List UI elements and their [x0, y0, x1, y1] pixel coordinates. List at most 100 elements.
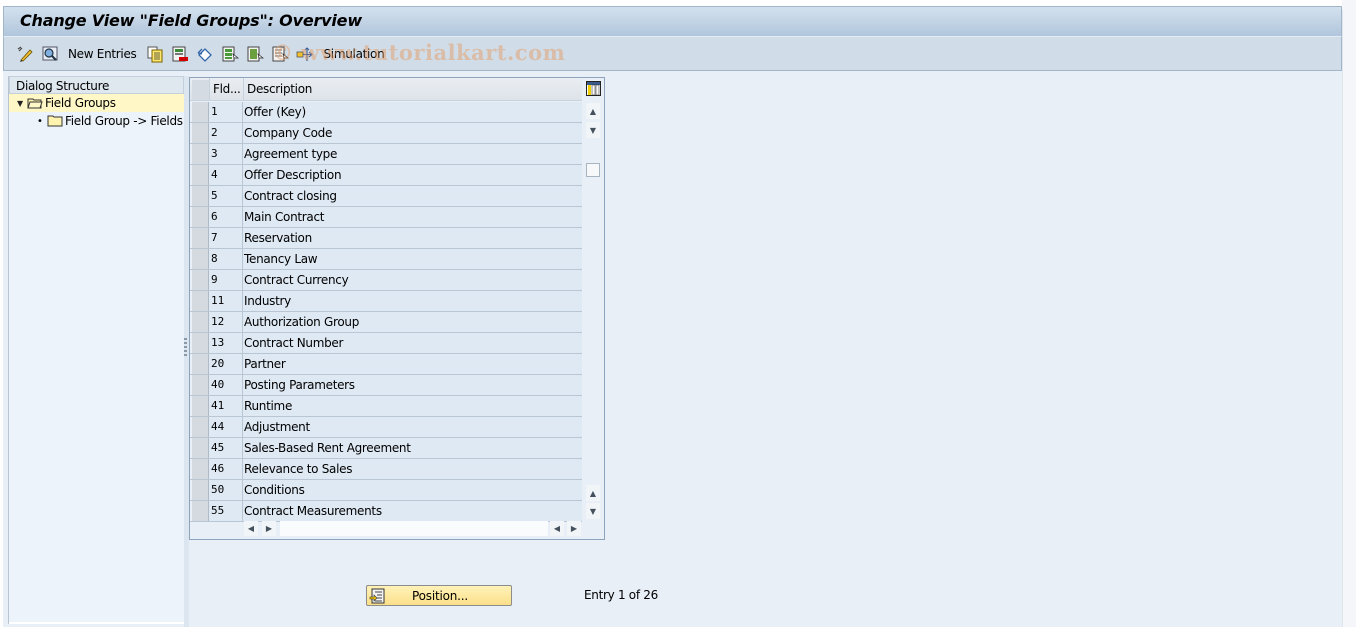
undo-change-icon[interactable]: [196, 45, 214, 63]
find-icon[interactable]: [41, 45, 59, 63]
table-row[interactable]: 41 Runtime: [190, 396, 582, 417]
table-row[interactable]: 20 Partner: [190, 354, 582, 375]
cell-description[interactable]: Contract Currency: [243, 270, 582, 290]
folder-icon: [47, 115, 63, 127]
cell-description[interactable]: Tenancy Law: [243, 249, 582, 269]
cell-description[interactable]: Partner: [243, 354, 582, 374]
row-selector[interactable]: [192, 165, 209, 185]
cell-fld: 40: [209, 375, 243, 395]
table-row[interactable]: 12 Authorization Group: [190, 312, 582, 333]
cell-description[interactable]: Reservation: [243, 228, 582, 248]
table-row[interactable]: 4 Offer Description: [190, 165, 582, 186]
delete-icon[interactable]: [171, 45, 189, 63]
row-selector[interactable]: [192, 186, 209, 206]
table-row[interactable]: 13 Contract Number: [190, 333, 582, 354]
row-selector[interactable]: [192, 144, 209, 164]
row-selector[interactable]: [192, 459, 209, 479]
scroll-thumb[interactable]: [586, 163, 600, 177]
cell-description[interactable]: Adjustment: [243, 417, 582, 437]
copy-as-icon[interactable]: [146, 45, 164, 63]
field-groups-table: Fld... Description 1 Offer (Key) 2 Company …: [189, 77, 605, 540]
cell-description[interactable]: Posting Parameters: [243, 375, 582, 395]
cell-description[interactable]: Industry: [243, 291, 582, 311]
table-settings-icon[interactable]: [586, 81, 601, 96]
cell-fld: 44: [209, 417, 243, 437]
application-toolbar: New Entries Simulation: [3, 37, 1342, 71]
scroll-up-icon[interactable]: ▲: [586, 103, 600, 119]
horizontal-scroll-track[interactable]: [280, 521, 548, 536]
row-selector[interactable]: [192, 375, 209, 395]
row-selector[interactable]: [192, 354, 209, 374]
table-row[interactable]: 50 Conditions: [190, 480, 582, 501]
table-row[interactable]: 8 Tenancy Law: [190, 249, 582, 270]
horizontal-scrollbar[interactable]: ◀ ▶ ◀ ▶: [242, 521, 582, 537]
cell-description[interactable]: Contract closing: [243, 186, 582, 206]
row-selector[interactable]: [192, 501, 209, 521]
table-row[interactable]: 3 Agreement type: [190, 144, 582, 165]
table-row[interactable]: 2 Company Code: [190, 123, 582, 144]
scroll-left-icon[interactable]: ◀: [244, 521, 258, 536]
vertical-scrollbar[interactable]: ▲ ▼ ▲ ▼: [585, 102, 603, 519]
expand-triangle-icon[interactable]: ▼: [17, 99, 27, 108]
cell-description[interactable]: Runtime: [243, 396, 582, 416]
simulation-button[interactable]: Simulation: [323, 47, 384, 61]
cell-description[interactable]: Contract Measurements: [243, 501, 582, 521]
cell-description[interactable]: Contract Number: [243, 333, 582, 353]
window-edge: [1342, 0, 1356, 627]
row-selector[interactable]: [192, 438, 209, 458]
cell-description[interactable]: Agreement type: [243, 144, 582, 164]
transport-icon[interactable]: [296, 45, 314, 63]
select-block-icon[interactable]: [246, 45, 265, 63]
splitter-grip-icon[interactable]: [184, 338, 187, 356]
cell-description[interactable]: Main Contract: [243, 207, 582, 227]
row-selector[interactable]: [192, 333, 209, 353]
table-row[interactable]: 46 Relevance to Sales: [190, 459, 582, 480]
table-row[interactable]: 44 Adjustment: [190, 417, 582, 438]
cell-description[interactable]: Relevance to Sales: [243, 459, 582, 479]
page-up-icon[interactable]: ▲: [586, 485, 600, 501]
position-button[interactable]: Position...: [366, 585, 512, 606]
table-row[interactable]: 55 Contract Measurements: [190, 501, 582, 522]
row-selector[interactable]: [192, 291, 209, 311]
row-selector[interactable]: [192, 270, 209, 290]
cell-description[interactable]: Offer Description: [243, 165, 582, 185]
cell-description[interactable]: Sales-Based Rent Agreement: [243, 438, 582, 458]
cell-description[interactable]: Authorization Group: [243, 312, 582, 332]
scroll-down-icon[interactable]: ▼: [586, 122, 600, 138]
row-selector[interactable]: [192, 417, 209, 437]
new-entries-button[interactable]: New Entries: [68, 47, 137, 61]
table-row[interactable]: 1 Offer (Key): [190, 102, 582, 123]
cell-description[interactable]: Conditions: [243, 480, 582, 500]
deselect-all-icon[interactable]: [271, 45, 290, 63]
page-down-icon[interactable]: ▼: [586, 503, 600, 519]
table-row[interactable]: 5 Contract closing: [190, 186, 582, 207]
scroll-right-icon[interactable]: ▶: [262, 521, 276, 536]
cell-description[interactable]: Company Code: [243, 123, 582, 143]
column-header-description[interactable]: Description: [243, 78, 582, 101]
cell-description[interactable]: Offer (Key): [243, 102, 582, 122]
row-selector[interactable]: [192, 228, 209, 248]
row-selector[interactable]: [192, 123, 209, 143]
display-change-icon[interactable]: [16, 45, 34, 63]
cell-fld: 3: [209, 144, 243, 164]
tree-node-field-group-fields[interactable]: • Field Group -> Fields: [9, 112, 184, 130]
row-selector[interactable]: [192, 102, 209, 122]
row-selector[interactable]: [192, 480, 209, 500]
table-row[interactable]: 9 Contract Currency: [190, 270, 582, 291]
table-row[interactable]: 45 Sales-Based Rent Agreement: [190, 438, 582, 459]
row-selector[interactable]: [192, 207, 209, 227]
tree-node-field-groups[interactable]: ▼ Field Groups: [9, 94, 184, 112]
select-all-icon[interactable]: [221, 45, 240, 63]
scroll-left-end-icon[interactable]: ◀: [550, 521, 564, 536]
table-row[interactable]: 7 Reservation: [190, 228, 582, 249]
select-all-rows-button[interactable]: [192, 80, 209, 100]
row-selector[interactable]: [192, 396, 209, 416]
row-selector[interactable]: [192, 312, 209, 332]
entry-counter: Entry 1 of 26: [584, 588, 658, 602]
table-row[interactable]: 11 Industry: [190, 291, 582, 312]
row-selector[interactable]: [192, 249, 209, 269]
column-header-fld[interactable]: Fld...: [209, 78, 243, 101]
table-row[interactable]: 40 Posting Parameters: [190, 375, 582, 396]
table-row[interactable]: 6 Main Contract: [190, 207, 582, 228]
scroll-right-end-icon[interactable]: ▶: [567, 521, 581, 536]
